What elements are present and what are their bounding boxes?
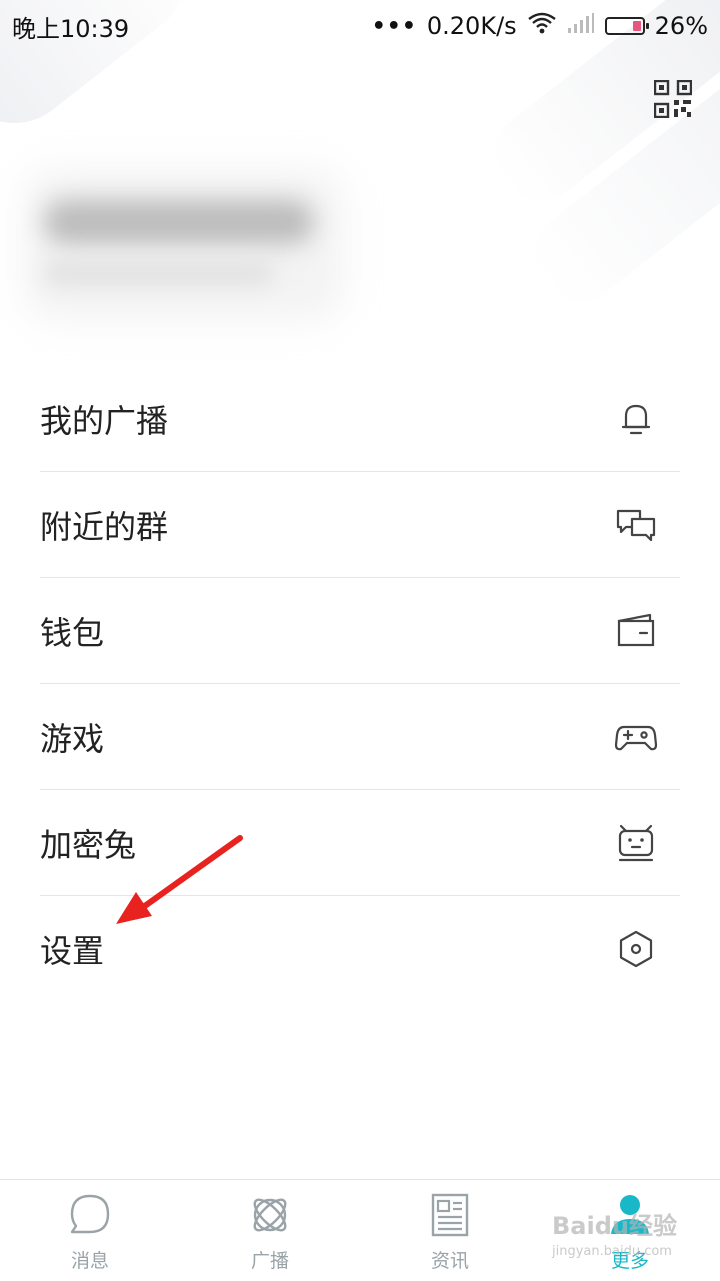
bell-icon bbox=[614, 397, 658, 441]
tab-broadcast[interactable]: 广播 bbox=[180, 1180, 360, 1281]
bottom-tab-bar: 消息 广播 资讯 更多 bbox=[0, 1179, 720, 1281]
blurred-user-info bbox=[44, 260, 274, 286]
status-left: 晚上10:39 bbox=[12, 9, 129, 44]
menu-item-label: 加密兔 bbox=[40, 825, 137, 864]
more-menu-list: 我的广播 附近的群 钱包 游戏 加密兔 设置 bbox=[40, 366, 680, 1002]
network-speed: 0.20K/s bbox=[426, 12, 517, 40]
robot-icon bbox=[614, 821, 658, 865]
menu-item-label: 附近的群 bbox=[40, 507, 169, 546]
status-dots: ••• bbox=[371, 13, 417, 39]
gamepad-icon bbox=[614, 715, 658, 759]
status-bar: 晚上10:39 ••• 0.20K/s 26% bbox=[0, 0, 720, 52]
menu-item-my-broadcast[interactable]: 我的广播 bbox=[40, 366, 680, 472]
battery-percent: 26% bbox=[654, 12, 708, 40]
settings-hexagon-icon bbox=[614, 927, 658, 971]
tab-label: 广播 bbox=[250, 1250, 289, 1272]
tab-label: 更多 bbox=[610, 1250, 649, 1272]
news-icon bbox=[427, 1192, 473, 1242]
wallet-icon bbox=[614, 609, 658, 653]
qr-code-icon[interactable] bbox=[653, 79, 693, 119]
tab-label: 资讯 bbox=[430, 1250, 469, 1272]
menu-item-crypto-rabbit[interactable]: 加密兔 bbox=[40, 790, 680, 896]
blurred-username bbox=[44, 200, 314, 244]
menu-item-wallet[interactable]: 钱包 bbox=[40, 578, 680, 684]
menu-item-settings[interactable]: 设置 bbox=[40, 896, 680, 1002]
status-right: ••• 0.20K/s 26% bbox=[372, 11, 708, 41]
tab-news[interactable]: 资讯 bbox=[360, 1180, 540, 1281]
message-icon bbox=[67, 1192, 113, 1242]
signal-icon bbox=[567, 12, 595, 40]
menu-item-label: 设置 bbox=[40, 932, 105, 970]
user-profile-blurred[interactable] bbox=[24, 160, 344, 320]
tab-label: 消息 bbox=[70, 1250, 109, 1272]
tab-messages[interactable]: 消息 bbox=[0, 1180, 180, 1281]
menu-item-label: 我的广播 bbox=[40, 401, 169, 440]
blur-halo bbox=[24, 170, 344, 320]
battery-fill bbox=[632, 21, 641, 31]
menu-item-nearby-groups[interactable]: 附近的群 bbox=[40, 472, 680, 578]
user-more-icon bbox=[607, 1192, 653, 1242]
wifi-icon bbox=[527, 11, 557, 41]
status-time: 晚上10:39 bbox=[12, 14, 130, 43]
tab-more[interactable]: 更多 bbox=[540, 1180, 720, 1281]
battery-icon bbox=[604, 17, 649, 35]
chat-bubbles-icon bbox=[614, 503, 658, 547]
menu-item-games[interactable]: 游戏 bbox=[40, 684, 680, 790]
menu-item-label: 钱包 bbox=[40, 613, 105, 652]
menu-item-label: 游戏 bbox=[40, 719, 105, 758]
broadcast-orbit-icon bbox=[247, 1192, 293, 1242]
